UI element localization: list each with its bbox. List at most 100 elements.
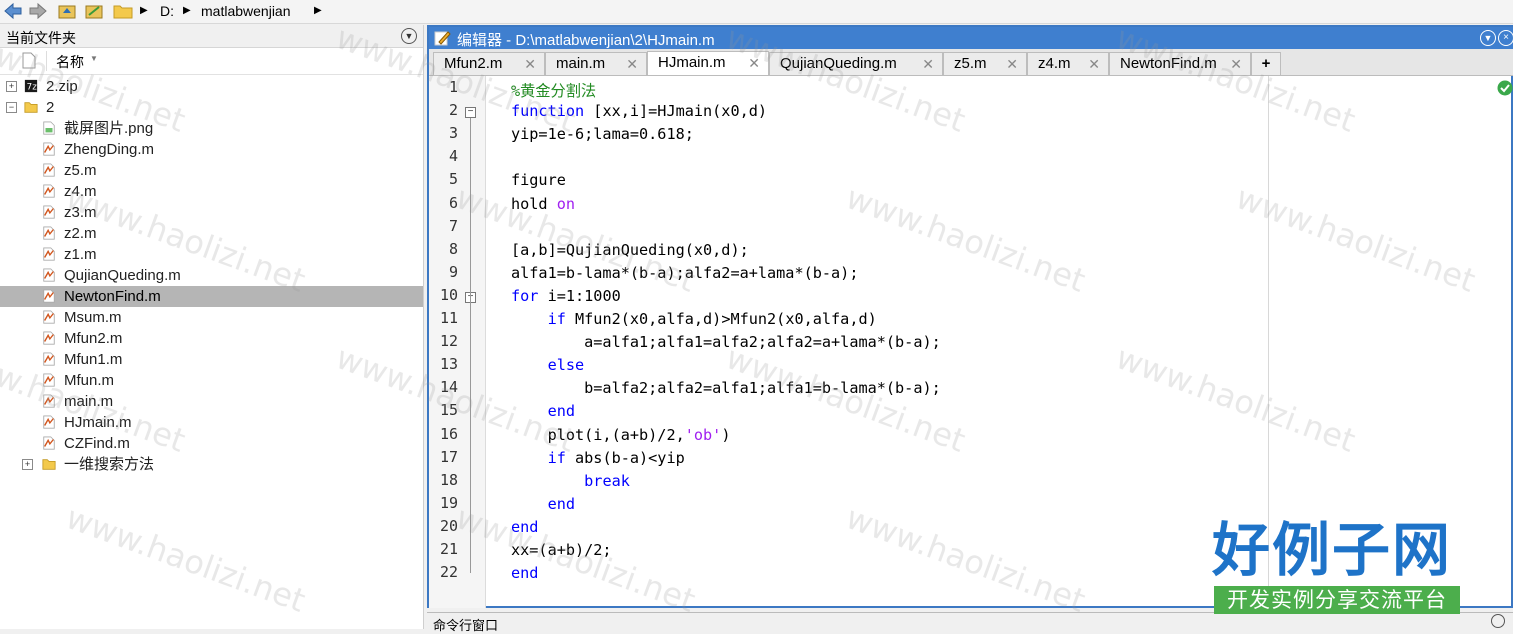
tree-folder-row[interactable]: −2 (0, 97, 423, 118)
tree-file-row[interactable]: z3.m (0, 202, 423, 223)
line-number: 12 (439, 332, 458, 351)
expand-icon[interactable]: + (22, 459, 33, 470)
editor-menu-icon[interactable]: ▼ (1480, 30, 1496, 46)
code-line[interactable]: plot(i,(a+b)/2,'ob') (511, 426, 731, 444)
tree-item-label: z4.m (64, 183, 97, 200)
forward-arrow-icon[interactable] (28, 2, 48, 20)
tree-file-row[interactable]: ZhengDing.m (0, 139, 423, 160)
code-line[interactable]: alfa1=b-lama*(b-a);alfa2=a+lama*(b-a); (511, 264, 858, 282)
tab-label: HJmain.m (658, 54, 726, 71)
editor-close-icon[interactable]: × (1498, 30, 1513, 46)
tree-file-row[interactable]: +7z 2.zip (0, 76, 423, 97)
line-number: 19 (439, 493, 458, 512)
tree-file-row[interactable]: 截屏图片.png (0, 118, 423, 139)
matlab-file-icon (43, 163, 55, 177)
browse-folder-icon[interactable] (84, 2, 104, 20)
editor-tab[interactable]: NewtonFind.m ✕ (1109, 52, 1251, 75)
expand-icon[interactable]: + (6, 81, 17, 92)
editor-tab[interactable]: QujianQueding.m ✕ (769, 52, 943, 75)
editor-tab[interactable]: z5.m ✕ (943, 52, 1027, 75)
matlab-file-icon (43, 436, 55, 450)
code-line[interactable]: [a,b]=QujianQueding(x0,d); (511, 241, 749, 259)
tab-close-icon[interactable]: ✕ (1088, 53, 1100, 75)
up-folder-icon[interactable] (57, 2, 77, 20)
command-window-menu-icon[interactable] (1491, 614, 1505, 628)
tab-close-icon[interactable]: ✕ (524, 53, 536, 75)
path-dropdown-icon[interactable]: ▶ (314, 2, 322, 20)
line-number: 10 (439, 285, 458, 304)
back-arrow-icon[interactable] (3, 2, 23, 20)
code-line[interactable]: end (511, 402, 575, 420)
line-number: 6 (448, 193, 458, 212)
tree-item-label: ZhengDing.m (64, 141, 155, 158)
matlab-file-icon (43, 310, 55, 324)
collapse-icon[interactable]: − (6, 102, 17, 113)
editor-tab[interactable]: z4.m ✕ (1027, 52, 1109, 75)
tree-item-label: NewtonFind.m (64, 288, 161, 305)
tree-file-row[interactable]: QujianQueding.m (0, 265, 423, 286)
tree-item-label: Msum.m (64, 309, 122, 326)
line-number: 16 (439, 424, 458, 443)
code-line[interactable]: xx=(a+b)/2; (511, 541, 612, 559)
tab-close-icon[interactable]: ✕ (922, 53, 934, 75)
line-number: 14 (439, 378, 458, 397)
tab-close-icon[interactable]: ✕ (748, 52, 760, 74)
tree-item-label: 2.zip (46, 78, 78, 95)
tab-label: Mfun2.m (444, 55, 503, 72)
code-line[interactable]: else (511, 356, 585, 374)
editor-tab[interactable]: main.m ✕ (545, 52, 647, 75)
tab-close-icon[interactable]: ✕ (1006, 53, 1018, 75)
code-line[interactable]: end (511, 518, 538, 536)
tab-label: NewtonFind.m (1120, 55, 1217, 72)
breadcrumb-drive[interactable]: D: (160, 2, 174, 20)
tree-folder-row[interactable]: + 一维搜索方法 (0, 454, 423, 475)
file-type-icon (22, 52, 36, 69)
code-line[interactable]: a=alfa1;alfa1=alfa2;alfa2=a+lama*(b-a); (511, 333, 941, 351)
tab-close-icon[interactable]: ✕ (1230, 53, 1242, 75)
line-number: 7 (448, 216, 458, 235)
code-line[interactable]: b=alfa2;alfa2=alfa1;alfa1=b-lama*(b-a); (511, 379, 941, 397)
tree-file-row[interactable]: z5.m (0, 160, 423, 181)
code-line[interactable]: function [xx,i]=HJmain(x0,d) (511, 102, 767, 120)
tree-file-row[interactable]: z4.m (0, 181, 423, 202)
tree-file-row[interactable]: z1.m (0, 244, 423, 265)
path-separator-icon: ▶ (183, 5, 191, 16)
logo-main-text: 好例子网 (1212, 516, 1453, 584)
matlab-file-icon (43, 268, 55, 282)
new-tab-button[interactable]: + (1251, 52, 1281, 75)
tab-close-icon[interactable]: ✕ (626, 53, 638, 75)
code-line[interactable]: if abs(b-a)<yip (511, 449, 685, 467)
tree-file-row[interactable]: NewtonFind.m (0, 286, 423, 307)
matlab-file-icon (43, 289, 55, 303)
code-line[interactable]: %黄金分割法 (511, 79, 596, 101)
tree-file-row[interactable]: Mfun.m (0, 370, 423, 391)
tree-file-row[interactable]: Mfun1.m (0, 349, 423, 370)
tree-file-row[interactable]: z2.m (0, 223, 423, 244)
code-line[interactable]: end (511, 495, 575, 513)
code-line[interactable]: break (511, 472, 630, 490)
tree-file-row[interactable]: main.m (0, 391, 423, 412)
tree-file-row[interactable]: HJmain.m (0, 412, 423, 433)
code-line[interactable]: hold on (511, 195, 575, 213)
code-line[interactable]: for i=1:1000 (511, 287, 621, 305)
tree-file-row[interactable]: Mfun2.m (0, 328, 423, 349)
code-line[interactable]: yip=1e-6;lama=0.618; (511, 125, 694, 143)
folder-icon (42, 459, 56, 470)
code-line[interactable]: figure (511, 171, 566, 189)
sort-arrow-icon[interactable]: ▼ (90, 54, 98, 63)
breadcrumb-folder[interactable]: matlabwenjian (201, 2, 291, 20)
tree-item-label: 截屏图片.png (64, 120, 154, 137)
line-number: 1 (448, 78, 458, 96)
tree-file-row[interactable]: CZFind.m (0, 433, 423, 454)
code-line[interactable]: end (511, 564, 538, 582)
fold-function-icon[interactable]: − (465, 107, 476, 119)
column-name-header[interactable]: 名称 (56, 52, 84, 72)
editor-tab[interactable]: Mfun2.m ✕ (433, 52, 545, 75)
panel-menu-icon[interactable]: ▼ (401, 28, 417, 44)
line-number: 15 (439, 401, 458, 420)
logo-sub-text: 开发实例分享交流平台 (1214, 586, 1460, 614)
code-line[interactable]: if Mfun2(x0,alfa,d)>Mfun2(x0,alfa,d) (511, 310, 877, 328)
editor-tab[interactable]: HJmain.m ✕ (647, 51, 769, 75)
code-ok-check-icon[interactable] (1497, 80, 1513, 96)
tree-file-row[interactable]: Msum.m (0, 307, 423, 328)
